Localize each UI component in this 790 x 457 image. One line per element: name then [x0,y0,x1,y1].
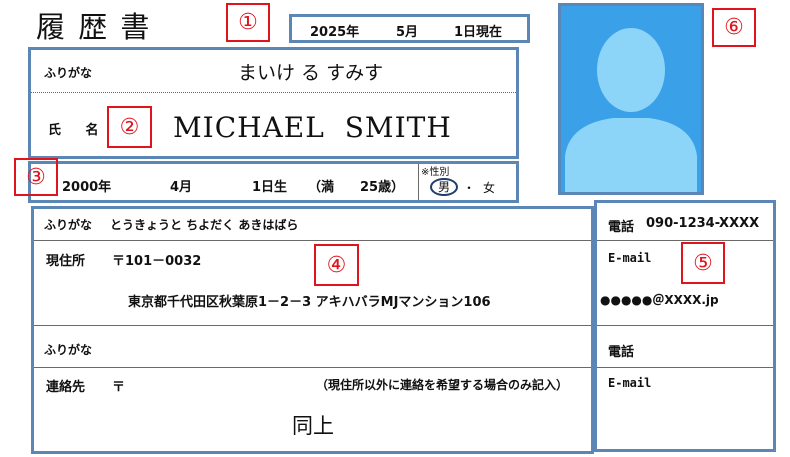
birth-day: 1日生 [252,180,288,195]
annotation-marker-1: ① [226,3,270,42]
email-label-1: E-mail [608,251,652,265]
email-value-1: ●●●●●＠XXXX.jp [600,293,719,307]
date-day: 1日現在 [454,25,503,40]
annotation-marker-5: ⑤ [681,242,725,284]
birth-year: 2000年 [62,180,112,195]
annotation-marker-2: ② [107,106,152,148]
phone-label-2: 電話 [608,345,635,360]
email-label-2: E-mail [608,376,652,390]
contact-address-value: 同上 [292,414,334,438]
phone-divider-2 [597,325,773,326]
gender-separator: ・ [463,181,476,195]
contact-info-section [594,200,776,452]
phone-divider-1 [597,240,773,241]
contact-address-label: 連絡先 [46,380,86,395]
address-furigana-label: ふりがな [44,218,93,232]
contact-furigana-label: ふりがな [44,343,93,357]
current-address-line: 東京都千代田区秋葉原1－2－3 アキハバラMJマンション106 [128,295,491,310]
annotation-marker-4: ④ [314,244,359,286]
date-box: 2025年 5月 1日現在 [289,14,530,43]
age-open: （満 [308,180,335,195]
person-silhouette-icon [565,28,697,192]
phone-value-1: 090-1234-XXXX [646,216,760,231]
name-divider [31,92,516,93]
name-furigana-label: ふりがな [44,66,93,80]
phone-divider-3 [597,367,773,368]
birth-month: 4月 [170,180,193,195]
address-divider-1 [34,240,591,241]
current-postal-code: 〒101－0032 [112,254,202,269]
annotation-marker-6: ⑥ [712,8,756,47]
name-value: MICHAEL SMITH [173,111,452,144]
contact-note: （現住所以外に連絡を希望する場合のみ記入） [316,378,569,392]
current-address-label: 現住所 [46,254,86,269]
gender-label: ※性別 [421,167,450,178]
gender-female[interactable]: 女 [483,179,495,196]
name-furigana-value: まいけ る すみす [238,62,384,84]
annotation-marker-3: ③ [14,158,58,196]
address-divider-3 [34,367,591,368]
age-value: 25歳） [360,180,405,195]
document-title: 履 歴 書 [36,10,152,44]
gender-male[interactable]: 男 [430,178,458,196]
date-year: 2025年 [310,25,360,40]
phone-label-1: 電話 [608,220,635,235]
gender-divider [418,164,419,200]
photo-frame [558,3,704,195]
contact-postal-code: 〒 [112,380,126,395]
address-furigana-value: とうきょうと ちよだく あきはばら [110,218,299,232]
name-label: 氏 名 [48,123,109,138]
address-divider-2 [34,325,591,326]
date-month: 5月 [396,25,419,40]
